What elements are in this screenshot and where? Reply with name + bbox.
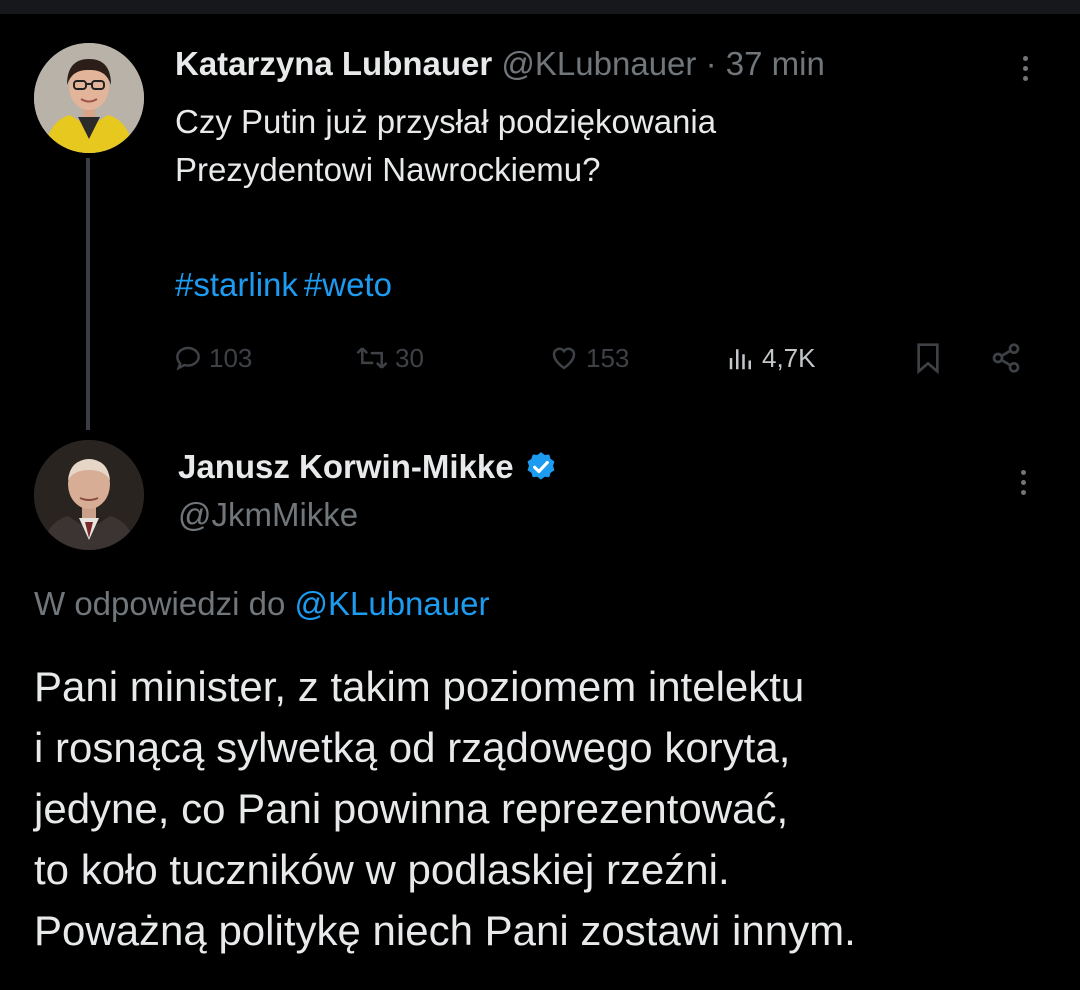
- share-icon: [992, 343, 1020, 373]
- reply-button[interactable]: 103: [173, 338, 252, 378]
- tweet1-author-name[interactable]: Katarzyna Lubnauer: [175, 45, 492, 82]
- retweet-icon: [356, 347, 388, 369]
- share-button[interactable]: [990, 338, 1022, 378]
- more-icon[interactable]: [1015, 56, 1035, 81]
- retweet-button[interactable]: 30: [355, 338, 424, 378]
- more-icon[interactable]: [1013, 470, 1033, 495]
- bookmark-button[interactable]: [914, 338, 942, 378]
- tweet1-hashtags: #starlink #weto: [175, 262, 398, 308]
- reply-to-mention[interactable]: @KLubnauer: [294, 585, 489, 622]
- tweet2-author-handle[interactable]: @JkmMikke: [178, 494, 358, 536]
- retweet-count: 30: [395, 342, 424, 373]
- hashtag-weto[interactable]: #weto: [304, 266, 392, 303]
- views-icon: [729, 349, 751, 370]
- tweet2-text-line: jedyne, co Pani powinna reprezentować,: [34, 785, 789, 832]
- tweet2-text-line: Poważną politykę niech Pani zostawi inny…: [34, 907, 856, 954]
- tweet2-text-line: Pani minister, z takim poziomem intelekt…: [34, 663, 805, 710]
- like-icon: [552, 347, 576, 370]
- tweet2-text-line: to koło tuczników w podlaskiej rzeźni.: [34, 846, 730, 893]
- tweet2-text: Pani minister, z takim poziomem intelekt…: [34, 656, 1064, 961]
- views-button[interactable]: 4,7K: [726, 338, 816, 378]
- tweet1-header: Katarzyna Lubnauer @KLubnauer · 37 min: [175, 44, 825, 84]
- tweet2-author: Janusz Korwin-Mikke: [178, 446, 558, 488]
- tweet1-separator: ·: [705, 45, 717, 82]
- reply-to-line: W odpowiedzi do @KLubnauer: [34, 582, 489, 626]
- top-border: [0, 0, 1080, 14]
- avatar-janusz-korwin-mikke[interactable]: [34, 440, 144, 550]
- tweet1-author-handle[interactable]: @KLubnauer: [501, 45, 696, 82]
- hashtag-starlink[interactable]: #starlink: [175, 266, 298, 303]
- avatar-katarzyna-lubnauer[interactable]: [34, 43, 144, 153]
- bookmark-icon: [917, 343, 939, 374]
- like-button[interactable]: 153: [548, 338, 629, 378]
- tweet2-text-line: i rosnącą sylwetką od rządowego koryta,: [34, 724, 791, 771]
- verified-badge-icon: [527, 452, 555, 480]
- tweet1-text: Czy Putin już przysłał podziękowania Prez…: [175, 98, 995, 194]
- views-count: 4,7K: [762, 342, 816, 373]
- thread-line: [86, 158, 90, 430]
- reply-to-prefix: W odpowiedzi do: [34, 585, 286, 622]
- tweet1-text-line: Prezydentowi Nawrockiemu?: [175, 151, 601, 188]
- tweet2-author-name[interactable]: Janusz Korwin-Mikke: [178, 446, 514, 488]
- reply-count: 103: [209, 342, 253, 373]
- like-count: 153: [586, 342, 630, 373]
- reply-icon: [176, 346, 200, 371]
- tweet1-text-line: Czy Putin już przysłał podziękowania: [175, 103, 717, 140]
- tweet1-time[interactable]: 37 min: [726, 45, 825, 82]
